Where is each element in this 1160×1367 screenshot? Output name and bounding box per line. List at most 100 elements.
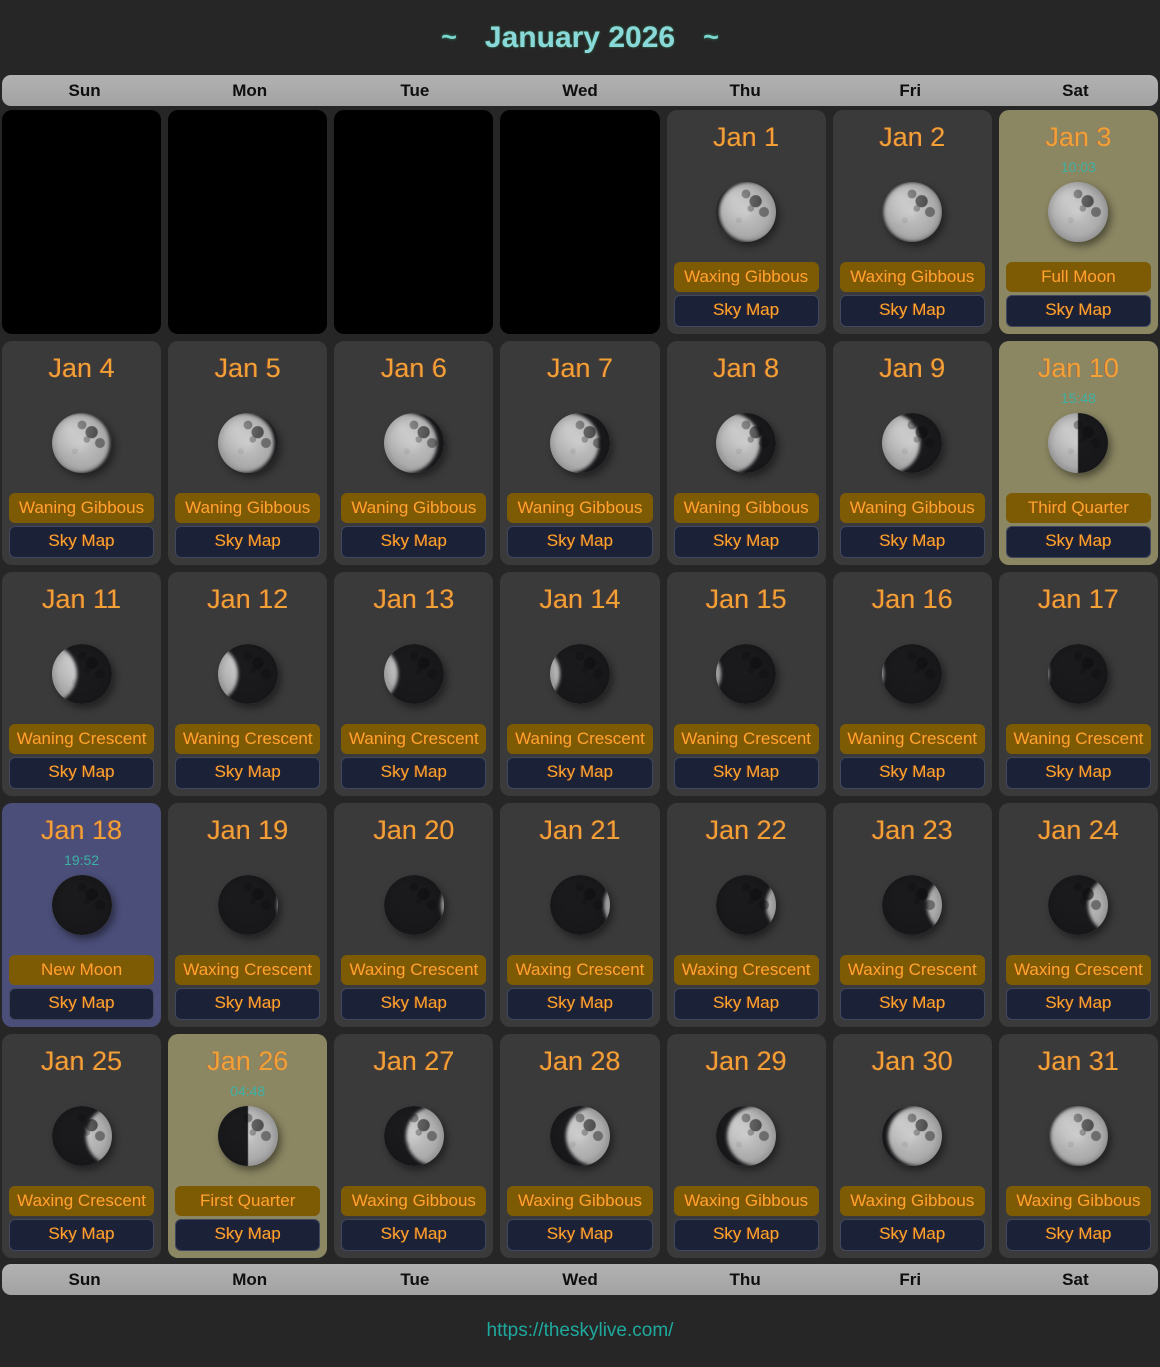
sky-map-button[interactable]: Sky Map xyxy=(9,1219,154,1251)
moon-image xyxy=(218,875,278,935)
moon-phase-shadow xyxy=(716,182,776,242)
sky-map-button[interactable]: Sky Map xyxy=(840,757,985,789)
phase-label-button[interactable]: Waning Crescent xyxy=(1006,724,1151,754)
sky-map-button[interactable]: Sky Map xyxy=(1006,1219,1151,1251)
day-cell-jan-22: Jan 22Waxing CrescentSky Map xyxy=(667,803,826,1027)
moon-phase-shadow xyxy=(882,1106,942,1166)
sky-map-button[interactable]: Sky Map xyxy=(507,757,652,789)
sky-map-button[interactable]: Sky Map xyxy=(674,988,819,1020)
moon-image xyxy=(384,875,444,935)
sky-map-button[interactable]: Sky Map xyxy=(9,526,154,558)
weekday-header-sun-top: Sun xyxy=(2,81,167,101)
sky-map-button[interactable]: Sky Map xyxy=(674,526,819,558)
moon-phase-shadow xyxy=(1048,875,1108,935)
phase-label-button[interactable]: Waxing Crescent xyxy=(674,955,819,985)
sky-map-button[interactable]: Sky Map xyxy=(341,526,486,558)
moon-phase-shadow xyxy=(1048,644,1108,704)
phase-label-button[interactable]: Waning Gibbous xyxy=(175,493,320,523)
sky-map-button[interactable]: Sky Map xyxy=(9,757,154,789)
sky-map-button[interactable]: Sky Map xyxy=(674,757,819,789)
sky-map-button[interactable]: Sky Map xyxy=(507,526,652,558)
day-date: Jan 19 xyxy=(168,813,327,847)
weekday-header-thu-top: Thu xyxy=(663,81,828,101)
phase-label-button[interactable]: Waning Crescent xyxy=(674,724,819,754)
day-date: Jan 11 xyxy=(2,582,161,616)
phase-label-button[interactable]: Waning Crescent xyxy=(175,724,320,754)
day-date: Jan 27 xyxy=(334,1044,493,1078)
sky-map-button[interactable]: Sky Map xyxy=(507,1219,652,1251)
day-date: Jan 14 xyxy=(500,582,659,616)
sky-map-button[interactable]: Sky Map xyxy=(341,1219,486,1251)
day-cell-jan-20: Jan 20Waxing CrescentSky Map xyxy=(334,803,493,1027)
phase-label-button[interactable]: Waning Gibbous xyxy=(840,493,985,523)
phase-label-button[interactable]: Third Quarter xyxy=(1006,493,1151,523)
moon-image xyxy=(716,1106,776,1166)
phase-label-button[interactable]: Waning Crescent xyxy=(341,724,486,754)
sky-map-button[interactable]: Sky Map xyxy=(175,988,320,1020)
moon-phase-shadow xyxy=(218,644,278,704)
phase-label-button[interactable]: Waning Gibbous xyxy=(507,493,652,523)
phase-label-button[interactable]: Waxing Gibbous xyxy=(674,1186,819,1216)
phase-label-button[interactable]: Waxing Gibbous xyxy=(840,1186,985,1216)
sky-map-button[interactable]: Sky Map xyxy=(175,757,320,789)
weekday-header-sat-top: Sat xyxy=(993,81,1158,101)
moon-phase-shadow xyxy=(1048,413,1108,473)
sky-map-button[interactable]: Sky Map xyxy=(840,1219,985,1251)
phase-label-button[interactable]: Full Moon xyxy=(1006,262,1151,292)
day-cell-jan-2: Jan 2Waxing GibbousSky Map xyxy=(833,110,992,334)
moon-phase-shadow xyxy=(384,413,444,473)
phase-label-button[interactable]: Waxing Gibbous xyxy=(507,1186,652,1216)
day-cell-jan-30: Jan 30Waxing GibbousSky Map xyxy=(833,1034,992,1258)
sky-map-button[interactable]: Sky Map xyxy=(9,988,154,1020)
moon-image xyxy=(882,413,942,473)
phase-label-button[interactable]: Waning Gibbous xyxy=(9,493,154,523)
day-date: Jan 16 xyxy=(833,582,992,616)
sky-map-button[interactable]: Sky Map xyxy=(1006,295,1151,327)
sky-map-button[interactable]: Sky Map xyxy=(840,295,985,327)
sky-map-button[interactable]: Sky Map xyxy=(1006,757,1151,789)
day-cell-jan-10: Jan 1015:48Third QuarterSky Map xyxy=(999,341,1158,565)
phase-label-button[interactable]: Waning Crescent xyxy=(507,724,652,754)
moon-image xyxy=(1048,413,1108,473)
moon-phase-shadow xyxy=(218,875,278,935)
phase-label-button[interactable]: Waning Crescent xyxy=(840,724,985,754)
phase-label-button[interactable]: Waxing Gibbous xyxy=(674,262,819,292)
moon-image xyxy=(882,182,942,242)
sky-map-button[interactable]: Sky Map xyxy=(341,757,486,789)
phase-label-button[interactable]: Waxing Gibbous xyxy=(1006,1186,1151,1216)
phase-time: 15:48 xyxy=(999,390,1158,406)
moon-image xyxy=(52,875,112,935)
weekday-header-sat-bottom: Sat xyxy=(993,1270,1158,1290)
sky-map-button[interactable]: Sky Map xyxy=(674,1219,819,1251)
phase-label-button[interactable]: Waning Gibbous xyxy=(341,493,486,523)
sky-map-button[interactable]: Sky Map xyxy=(674,295,819,327)
moon-image xyxy=(716,875,776,935)
weekday-header-mon-bottom: Mon xyxy=(167,1270,332,1290)
sky-map-button[interactable]: Sky Map xyxy=(840,526,985,558)
phase-label-button[interactable]: First Quarter xyxy=(175,1186,320,1216)
phase-label-button[interactable]: Waxing Crescent xyxy=(840,955,985,985)
sky-map-button[interactable]: Sky Map xyxy=(507,988,652,1020)
phase-label-button[interactable]: Waxing Gibbous xyxy=(840,262,985,292)
phase-label-button[interactable]: Waning Gibbous xyxy=(674,493,819,523)
phase-label-button[interactable]: Waxing Crescent xyxy=(341,955,486,985)
moon-image xyxy=(716,644,776,704)
calendar-title: ~ January 2026 ~ xyxy=(0,0,1160,75)
sky-map-button[interactable]: Sky Map xyxy=(341,988,486,1020)
sky-map-button[interactable]: Sky Map xyxy=(175,526,320,558)
phase-label-button[interactable]: Waxing Crescent xyxy=(507,955,652,985)
phase-label-button[interactable]: New Moon xyxy=(9,955,154,985)
sky-map-button[interactable]: Sky Map xyxy=(1006,526,1151,558)
weekday-header-thu-bottom: Thu xyxy=(663,1270,828,1290)
sky-map-button[interactable]: Sky Map xyxy=(1006,988,1151,1020)
site-link[interactable]: https://theskylive.com/ xyxy=(487,1320,674,1342)
phase-label-button[interactable]: Waxing Crescent xyxy=(175,955,320,985)
moon-image xyxy=(384,644,444,704)
sky-map-button[interactable]: Sky Map xyxy=(840,988,985,1020)
phase-label-button[interactable]: Waxing Crescent xyxy=(9,1186,154,1216)
phase-label-button[interactable]: Waxing Gibbous xyxy=(341,1186,486,1216)
phase-label-button[interactable]: Waning Crescent xyxy=(9,724,154,754)
moon-image xyxy=(52,413,112,473)
sky-map-button[interactable]: Sky Map xyxy=(175,1219,320,1251)
phase-label-button[interactable]: Waxing Crescent xyxy=(1006,955,1151,985)
